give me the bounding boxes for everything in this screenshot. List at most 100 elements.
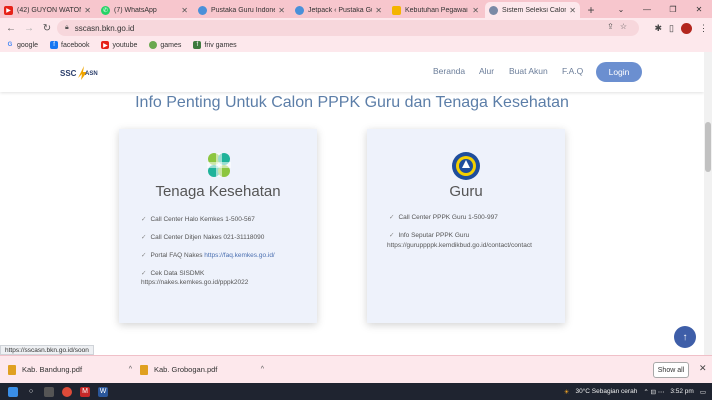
arrow-up-icon: ↑ bbox=[682, 331, 688, 343]
task-view-icon[interactable] bbox=[44, 386, 54, 397]
close-window-icon[interactable]: ✕ bbox=[686, 0, 712, 18]
chevron-up-icon[interactable]: ^ bbox=[261, 366, 264, 373]
nav-alur[interactable]: Alur bbox=[479, 66, 494, 76]
check-icon: ✓ bbox=[141, 270, 147, 277]
card-title-guru: Guru bbox=[449, 183, 483, 200]
tab-search-icon[interactable]: ⌄ bbox=[608, 0, 634, 18]
pdf-file-icon bbox=[140, 364, 148, 375]
bookmark-star-icon[interactable]: ☆ bbox=[620, 22, 633, 31]
globe-icon bbox=[198, 5, 207, 15]
profile-avatar[interactable] bbox=[681, 22, 692, 34]
tenaga-kesehatan-card: Tenaga Kesehatan ✓ Call Center Halo Kemke… bbox=[119, 129, 317, 323]
app-icon[interactable]: M bbox=[80, 386, 90, 397]
chrome-icon[interactable] bbox=[62, 386, 72, 397]
item-text: Portal FAQ Nakes bbox=[150, 252, 205, 259]
sscasn-logo[interactable]: SSC ASN bbox=[60, 62, 100, 82]
friv-icon: f bbox=[193, 41, 202, 49]
tab-whatsapp[interactable]: ✆ (7) WhatsApp ✕ bbox=[97, 2, 192, 18]
tab-label: Kebutuhan Pegawai ASN bbox=[405, 6, 469, 14]
login-button[interactable]: Login bbox=[596, 62, 642, 82]
web-page: SSC ASN Beranda Alur Buat Akun F.A.Q Log… bbox=[0, 52, 712, 355]
tab-label: Sistem Seleksi Calon ASN bbox=[502, 6, 567, 14]
whatsapp-icon: ✆ bbox=[101, 5, 110, 15]
chevron-up-icon[interactable]: ^ bbox=[129, 366, 132, 373]
show-all-button[interactable]: Show all bbox=[653, 362, 689, 378]
scrollbar-thumb[interactable] bbox=[705, 122, 711, 172]
svg-text:ASN: ASN bbox=[85, 71, 98, 77]
bookmark-friv[interactable]: f friv games bbox=[193, 41, 237, 49]
weather-text[interactable]: 30°C Sebagian cerah bbox=[575, 388, 637, 395]
scroll-to-top-button[interactable]: ↑ bbox=[674, 326, 696, 348]
minimize-icon[interactable]: — bbox=[634, 0, 660, 18]
page-scrollbar[interactable] bbox=[704, 52, 712, 355]
google-icon: G bbox=[7, 42, 13, 48]
tab-label: (42) GUYON WATON bbox=[17, 6, 82, 14]
search-icon[interactable]: ○ bbox=[26, 387, 36, 397]
download-item[interactable]: Kab. Grobogan.pdf ^ bbox=[140, 364, 264, 375]
sisdmk-link[interactable]: https://nakes.kemkes.go.id/pppk2022 bbox=[141, 278, 248, 288]
facebook-icon: f bbox=[50, 41, 59, 49]
bookmark-youtube[interactable]: ▶ youtube bbox=[101, 41, 137, 49]
tab-kebutuhan-pegawai[interactable]: Kebutuhan Pegawai ASN✕ bbox=[388, 2, 483, 18]
bookmark-games[interactable]: games bbox=[149, 41, 181, 49]
item-text: Cek Data SISDMK bbox=[150, 270, 205, 277]
close-icon[interactable]: ✕ bbox=[84, 6, 91, 15]
bookmark-google[interactable]: Ggoogle bbox=[6, 41, 38, 49]
close-icon[interactable]: ✕ bbox=[181, 6, 188, 15]
tut-wuri-handayani-logo bbox=[452, 152, 480, 180]
close-icon[interactable]: ✕ bbox=[699, 363, 707, 374]
guru-item-info: ✓ Info Seputar PPPK Guru bbox=[389, 231, 469, 241]
nav-faq[interactable]: F.A.Q bbox=[562, 66, 583, 76]
side-panel-icon[interactable]: ▯ bbox=[669, 23, 674, 34]
notification-icon[interactable]: ▭ bbox=[700, 388, 706, 396]
toolbar-right: ✱ ▯ ⋮ bbox=[648, 20, 708, 36]
close-icon[interactable]: ✕ bbox=[472, 6, 479, 15]
new-tab-button[interactable]: + bbox=[582, 2, 600, 18]
close-icon[interactable]: ✕ bbox=[569, 6, 576, 15]
nav-buat-akun[interactable]: Buat Akun bbox=[509, 66, 548, 76]
forward-icon[interactable]: → bbox=[22, 23, 36, 34]
weather-icon[interactable]: ☀ bbox=[564, 388, 570, 396]
windows-start-icon[interactable] bbox=[8, 386, 18, 397]
download-item[interactable]: Kab. Bandung.pdf ^ bbox=[8, 364, 132, 375]
youtube-icon: ▶ bbox=[101, 41, 110, 49]
faq-nakes-link[interactable]: https://faq.kemkes.go.id/ bbox=[204, 252, 274, 259]
tab-jetpack[interactable]: Jetpack ‹ Pustaka Guru✕ bbox=[291, 2, 386, 18]
close-icon[interactable]: ✕ bbox=[375, 6, 382, 15]
status-bar-url: https://sscasn.bkn.go.id/soon bbox=[0, 345, 94, 355]
restore-icon[interactable]: ❐ bbox=[660, 0, 686, 18]
check-icon: ✓ bbox=[141, 252, 147, 259]
back-icon[interactable]: ← bbox=[4, 23, 18, 34]
extensions-icon[interactable]: ✱ bbox=[655, 23, 663, 34]
reload-icon[interactable]: ↻ bbox=[40, 23, 54, 34]
bookmark-facebook[interactable]: f facebook bbox=[50, 41, 89, 49]
download-filename: Kab. Bandung.pdf bbox=[22, 365, 83, 374]
item-text: Info Seputar PPPK Guru bbox=[398, 232, 470, 239]
tab-strip: ▶ (42) GUYON WATON ✕ ✆ (7) WhatsApp ✕ Pustak… bbox=[0, 0, 712, 18]
tab-pustaka-guru[interactable]: Pustaka Guru Indonesia✕ bbox=[194, 2, 289, 18]
menu-icon[interactable]: ⋮ bbox=[699, 23, 708, 34]
tab-youtube[interactable]: ▶ (42) GUYON WATON ✕ bbox=[0, 2, 95, 18]
nav-beranda[interactable]: Beranda bbox=[433, 66, 465, 76]
kes-item-ditjen-nakes: ✓ Call Center Ditjen Nakes 021-31118090 bbox=[141, 233, 264, 243]
kes-item-halo-kemkes: ✓ Call Center Halo Kemkes 1-500-567 bbox=[141, 215, 255, 225]
address-toolbar: ← → ↻ 🔒︎ sscasn.bkn.go.id ⇪☆ ✱ ▯ ⋮ bbox=[0, 18, 712, 38]
guru-contact-link[interactable]: https://guruppppk.kemdikbud.go.id/contac… bbox=[387, 241, 532, 251]
pdf-file-icon bbox=[8, 364, 16, 375]
item-text: Call Center Halo Kemkes 1-500-567 bbox=[150, 216, 255, 223]
tray-icons[interactable]: ⌃ ⊟ ⋯ bbox=[643, 388, 664, 396]
url-text[interactable]: sscasn.bkn.go.id bbox=[75, 24, 135, 33]
lock-icon[interactable]: 🔒︎ bbox=[65, 24, 69, 32]
clock[interactable]: 3:52 pm bbox=[670, 388, 694, 395]
tab-sistem-seleksi[interactable]: Sistem Seleksi Calon ASN✕ bbox=[485, 2, 580, 18]
bookmark-label: google bbox=[17, 41, 39, 49]
kes-item-portal-faq: ✓ Portal FAQ Nakes https://faq.kemkes.go.… bbox=[141, 251, 275, 261]
word-icon[interactable]: W bbox=[98, 386, 108, 397]
tab-label: Jetpack ‹ Pustaka Guru bbox=[308, 6, 372, 14]
globe-icon bbox=[295, 5, 304, 15]
address-bar[interactable]: 🔒︎ sscasn.bkn.go.id ⇪☆ bbox=[57, 20, 639, 36]
drive-icon bbox=[392, 5, 401, 15]
share-icon[interactable]: ⇪ bbox=[607, 22, 620, 31]
close-icon[interactable]: ✕ bbox=[278, 6, 285, 15]
bookmark-label: games bbox=[160, 41, 182, 49]
